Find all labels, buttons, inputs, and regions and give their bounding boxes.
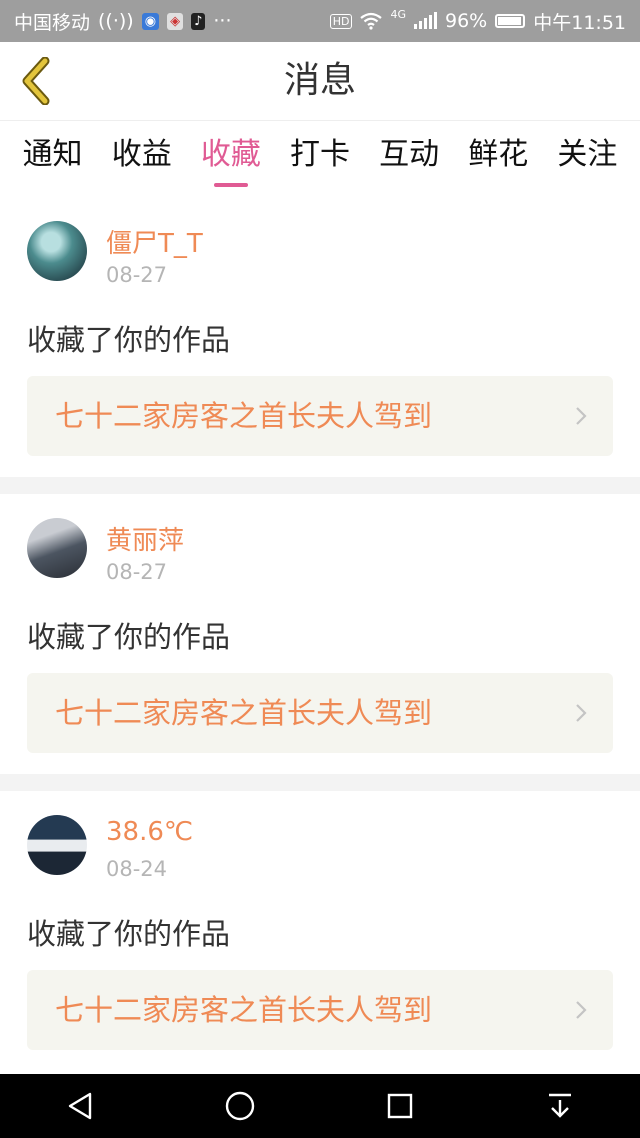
wifi-icon [360, 12, 383, 30]
notification-item: 38.6℃ 08-24 收藏了你的作品 七十二家房客之首长夫人驾到 [0, 791, 640, 1071]
pull-down-icon [549, 1093, 571, 1118]
nav-notification-pull-button[interactable] [530, 1076, 590, 1136]
tab-label: 通知 [22, 137, 83, 172]
category-tabs: 通知 收益 收藏 打卡 互动 鲜花 关注 [0, 121, 640, 195]
tab-follow[interactable]: 关注 [553, 121, 621, 195]
chevron-right-icon [576, 704, 587, 722]
tab-label: 互动 [379, 137, 440, 172]
page-title: 消息 [283, 60, 356, 101]
divider [0, 774, 640, 791]
nav-back-button[interactable] [50, 1076, 110, 1136]
battery-icon [495, 14, 526, 28]
hd-badge: HD [329, 13, 353, 29]
tab-label: 鲜花 [468, 137, 529, 172]
tab-notice[interactable]: 通知 [19, 121, 87, 195]
work-link[interactable]: 七十二家房客之首长夫人驾到 [27, 970, 613, 1050]
wifi-hotspot-icon: ((·)) [98, 10, 134, 32]
tab-label: 打卡 [289, 137, 350, 172]
notification-list: 僵尸T_T 08-27 收藏了你的作品 七十二家房客之首长夫人驾到 黄丽萍 08… [0, 197, 640, 1071]
tab-interaction[interactable]: 互动 [375, 121, 443, 195]
notification-action: 收藏了你的作品 [27, 323, 231, 357]
notification-action: 收藏了你的作品 [27, 620, 231, 654]
tab-favorites[interactable]: 收藏 [197, 121, 265, 195]
work-link[interactable]: 七十二家房客之首长夫人驾到 [27, 673, 613, 753]
tab-label: 关注 [557, 137, 618, 172]
active-tab-indicator [213, 183, 248, 187]
chevron-right-icon [576, 407, 587, 425]
tab-flowers[interactable]: 鲜花 [464, 121, 532, 195]
carrier-label: 中国移动 [14, 11, 91, 34]
chevron-right-icon [576, 1001, 587, 1019]
clock: 中午11:51 [533, 11, 626, 34]
tab-label: 收益 [111, 137, 172, 172]
system-nav-bar [0, 1074, 640, 1138]
avatar[interactable] [27, 518, 87, 578]
status-bar: 中国移动 ((·)) ◉ ◈ ♪ ··· HD 4G 96% 中午11:51 [0, 0, 640, 42]
notification-action: 收藏了你的作品 [27, 917, 231, 951]
back-button[interactable] [14, 56, 58, 106]
notification-item: 僵尸T_T 08-27 收藏了你的作品 七十二家房客之首长夫人驾到 [0, 197, 640, 477]
work-title: 七十二家房客之首长夫人驾到 [55, 696, 433, 730]
chevron-left-icon [22, 57, 50, 105]
signal-icon [414, 12, 437, 29]
work-link[interactable]: 七十二家房客之首长夫人驾到 [27, 376, 613, 456]
circle-home-icon [225, 1091, 255, 1121]
notification-item: 黄丽萍 08-27 收藏了你的作品 七十二家房客之首长夫人驾到 [0, 494, 640, 774]
nav-recents-button[interactable] [370, 1076, 430, 1136]
notification-date: 08-27 [106, 263, 168, 287]
work-title: 七十二家房客之首长夫人驾到 [55, 993, 433, 1027]
shield-app-icon: ◈ [167, 12, 184, 30]
tab-checkin[interactable]: 打卡 [286, 121, 354, 195]
triangle-back-icon [68, 1092, 92, 1120]
app-header: 消息 [0, 42, 640, 121]
username[interactable]: 僵尸T_T [106, 223, 203, 260]
work-title: 七十二家房客之首长夫人驾到 [55, 399, 433, 433]
tiktok-icon: ♪ [191, 12, 206, 30]
username[interactable]: 黄丽萍 [106, 520, 184, 557]
network-type: 4G [390, 7, 406, 21]
tab-earnings[interactable]: 收益 [108, 121, 176, 195]
divider [0, 477, 640, 494]
username[interactable]: 38.6℃ [106, 817, 193, 847]
notification-date: 08-24 [106, 857, 168, 881]
more-notifications-icon: ··· [213, 10, 232, 32]
tab-label: 收藏 [200, 137, 261, 172]
nav-home-button[interactable] [210, 1076, 270, 1136]
battery-percent: 96% [445, 10, 488, 32]
avatar[interactable] [27, 815, 87, 875]
square-recents-icon [387, 1093, 413, 1119]
notification-date: 08-27 [106, 560, 168, 584]
avatar[interactable] [27, 221, 87, 281]
app-notification-icon: ◉ [141, 12, 160, 30]
